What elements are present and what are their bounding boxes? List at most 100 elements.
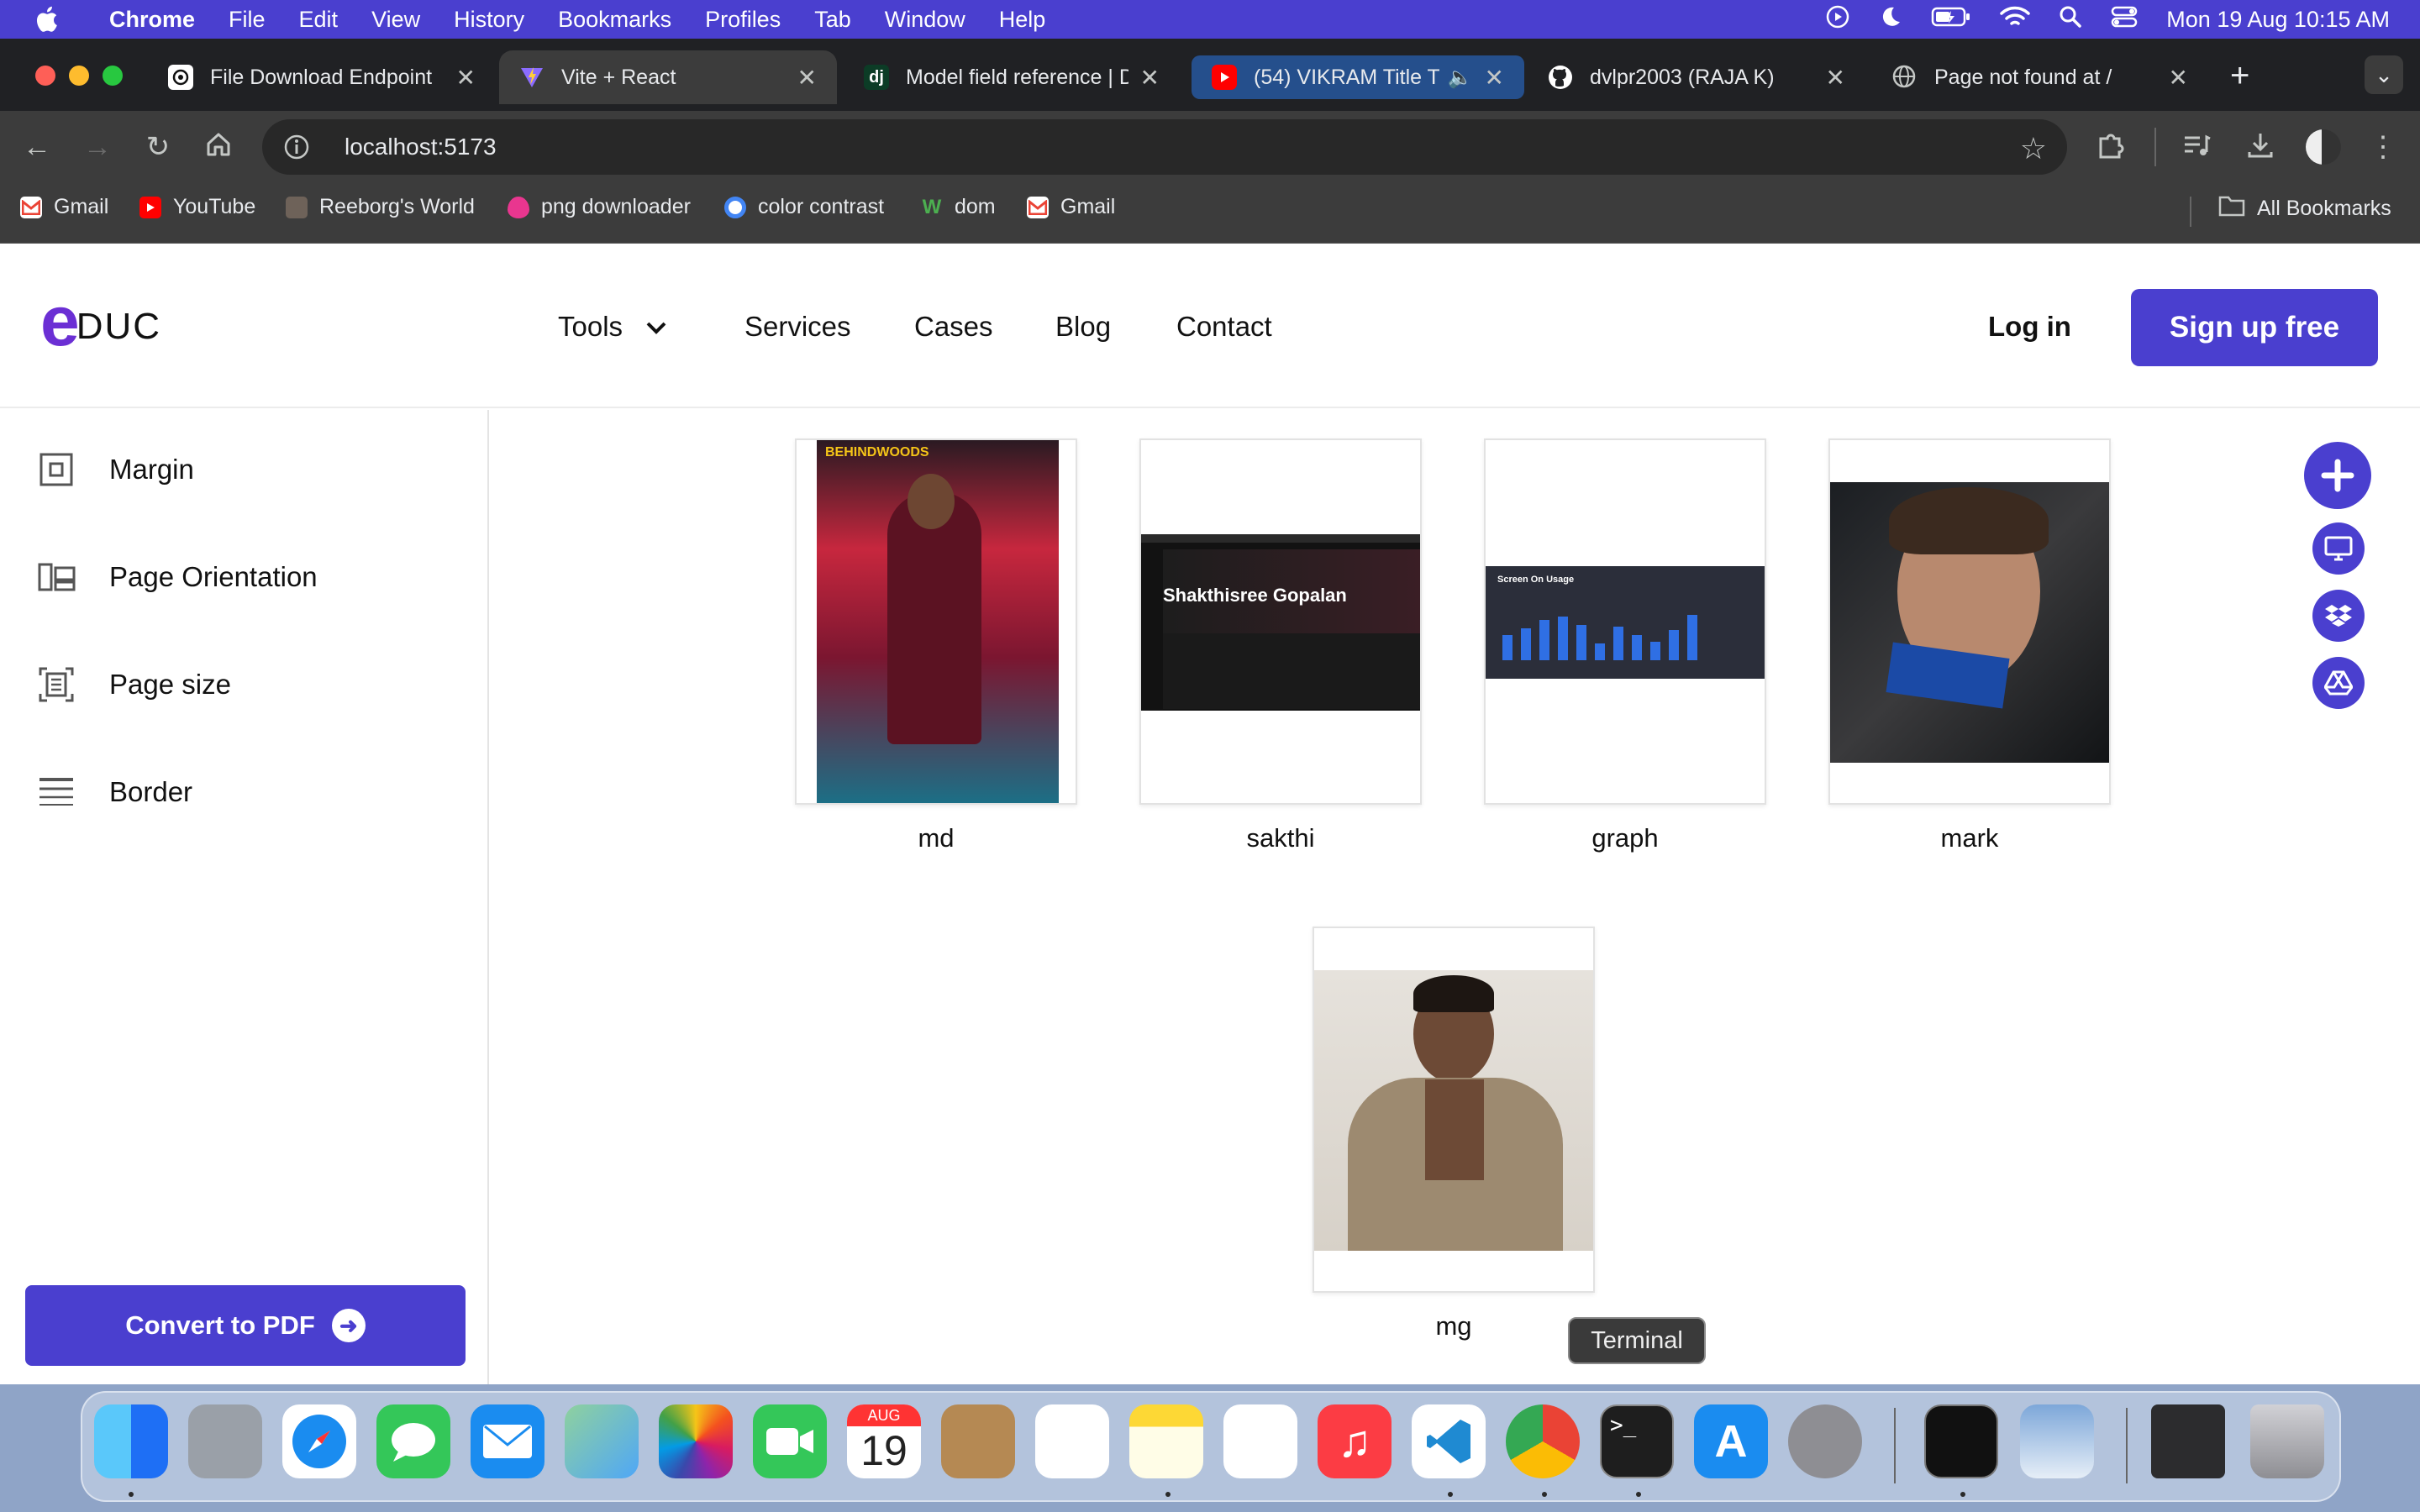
apple-menu-icon[interactable] [0, 5, 92, 34]
url-text[interactable]: localhost:5173 [345, 134, 497, 160]
menu-profiles[interactable]: Profiles [688, 7, 797, 33]
forward-arrow-icon[interactable]: → [81, 130, 114, 164]
media-play-icon[interactable] [1825, 4, 1850, 35]
terminal-icon[interactable]: >_ [1600, 1404, 1674, 1478]
nav-services[interactable]: Services [744, 311, 851, 343]
contacts-icon[interactable] [941, 1404, 1015, 1478]
back-arrow-icon[interactable]: ← [20, 130, 54, 164]
messages-icon[interactable] [376, 1404, 450, 1478]
upload-from-dropbox-button[interactable] [2312, 590, 2365, 642]
upload-from-device-button[interactable] [2312, 522, 2365, 575]
tab-vite-react[interactable]: Vite + React ✕ [499, 50, 837, 104]
battery-icon[interactable] [1931, 6, 1971, 34]
site-info-icon[interactable] [282, 133, 311, 167]
window-zoom-button[interactable] [103, 66, 123, 86]
tab-youtube-vikram[interactable]: (54) VIKRAM Title T 🔈 ✕ [1192, 55, 1524, 99]
facetime-icon[interactable] [753, 1404, 827, 1478]
sidebar-item-border[interactable]: Border [37, 773, 192, 811]
window-minimize-button[interactable] [69, 66, 89, 86]
control-center-icon[interactable] [2111, 5, 2138, 34]
image-card-md[interactable]: BEHINDWOODS [795, 438, 1077, 805]
tab-file-download-endpoint[interactable]: File Download Endpoint ✕ [148, 50, 496, 104]
menu-app-name[interactable]: Chrome [92, 7, 212, 33]
download-icon[interactable] [2244, 130, 2277, 164]
extensions-puzzle-icon[interactable] [2094, 130, 2128, 164]
new-tab-icon[interactable]: + [2230, 57, 2249, 95]
menubar-clock[interactable]: Mon 19 Aug 10:15 AM [2166, 7, 2390, 33]
menu-help[interactable]: Help [982, 7, 1063, 33]
sidebar-item-page-orientation[interactable]: Page Orientation [37, 558, 318, 596]
bookmark-reeborgs-world[interactable]: Reeborg's World [286, 195, 475, 219]
preview-icon[interactable] [2020, 1404, 2094, 1478]
launchpad-icon[interactable] [188, 1404, 262, 1478]
nav-tools[interactable]: Tools [558, 311, 668, 343]
image-card-mg[interactable] [1313, 927, 1595, 1293]
app-store-icon[interactable]: A [1694, 1404, 1768, 1478]
tab-model-field-reference[interactable]: dj Model field reference | D ✕ [844, 50, 1180, 104]
activity-monitor-icon[interactable] [1924, 1404, 1998, 1478]
downloads-stack-icon[interactable] [2151, 1404, 2225, 1478]
media-control-icon[interactable] [2180, 130, 2213, 164]
tab-page-not-found[interactable]: Page not found at / ✕ [1872, 50, 2208, 104]
menu-file[interactable]: File [212, 7, 282, 33]
menu-edit[interactable]: Edit [282, 7, 355, 33]
bookmark-gmail[interactable]: Gmail [20, 195, 108, 219]
menu-bookmarks[interactable]: Bookmarks [541, 7, 688, 33]
music-icon[interactable]: ♫ [1318, 1404, 1392, 1478]
finder-icon[interactable] [94, 1404, 168, 1478]
tab-close-icon[interactable]: ✕ [1826, 64, 1845, 92]
sidebar-item-page-size[interactable]: Page size [37, 665, 231, 704]
wifi-icon[interactable] [2000, 5, 2031, 34]
bookmark-star-icon[interactable]: ☆ [2020, 131, 2047, 166]
calendar-icon[interactable]: AUG 19 [847, 1404, 921, 1478]
tab-search-chevron-icon[interactable]: ⌄ [2365, 55, 2403, 94]
home-icon[interactable] [202, 130, 235, 164]
profile-avatar[interactable] [2306, 129, 2341, 165]
vscode-icon[interactable] [1412, 1404, 1486, 1478]
menu-window[interactable]: Window [868, 7, 982, 33]
focus-moon-icon[interactable] [1879, 5, 1902, 34]
photos-icon[interactable] [659, 1404, 733, 1478]
convert-to-pdf-button[interactable]: Convert to PDF ➜ [25, 1285, 466, 1366]
tab-close-icon[interactable]: ✕ [2169, 64, 2188, 92]
chrome-icon[interactable] [1506, 1404, 1580, 1478]
tab-close-icon[interactable]: ✕ [1485, 64, 1504, 92]
menu-tab[interactable]: Tab [797, 7, 868, 33]
mail-icon[interactable] [471, 1404, 544, 1478]
tab-github[interactable]: dvlpr2003 (RAJA K) ✕ [1528, 50, 1865, 104]
freeform-icon[interactable] [1223, 1404, 1297, 1478]
tab-close-icon[interactable]: ✕ [456, 64, 476, 92]
add-image-button[interactable] [2304, 442, 2371, 509]
reload-icon[interactable]: ↻ [141, 130, 175, 164]
address-bar[interactable]: localhost:5173 ☆ [262, 119, 2067, 175]
bookmark-png-downloader[interactable]: png downloader [508, 195, 691, 219]
notes-icon[interactable] [1129, 1404, 1203, 1478]
tab-close-icon[interactable]: ✕ [797, 64, 817, 92]
signup-button[interactable]: Sign up free [2131, 289, 2378, 366]
speaker-icon[interactable]: 🔈 [1448, 66, 1473, 90]
maps-icon[interactable] [565, 1404, 639, 1478]
safari-icon[interactable] [282, 1404, 356, 1478]
menu-history[interactable]: History [437, 7, 541, 33]
image-card-graph[interactable]: Screen On Usage [1484, 438, 1766, 805]
bookmark-gmail-2[interactable]: Gmail [1027, 195, 1115, 219]
all-bookmarks-button[interactable]: All Bookmarks [2218, 195, 2391, 223]
bookmark-youtube[interactable]: YouTube [139, 195, 255, 219]
nav-contact[interactable]: Contact [1176, 311, 1272, 343]
login-link[interactable]: Log in [1988, 311, 2071, 343]
bookmark-dom[interactable]: W dom [921, 195, 996, 219]
menu-view[interactable]: View [355, 7, 437, 33]
window-close-button[interactable] [35, 66, 55, 86]
image-card-mark[interactable] [1828, 438, 2111, 805]
educ-logo[interactable]: e DUC [40, 286, 161, 356]
spotlight-search-icon[interactable] [2059, 5, 2082, 34]
trash-icon[interactable] [2250, 1404, 2324, 1478]
tab-close-icon[interactable]: ✕ [1140, 64, 1160, 92]
chrome-menu-icon[interactable]: ⋮ [2366, 130, 2400, 164]
reminders-icon[interactable] [1035, 1404, 1109, 1478]
nav-cases[interactable]: Cases [914, 311, 993, 343]
image-card-sakthi[interactable]: Shakthisree Gopalan [1139, 438, 1422, 805]
sidebar-item-margin[interactable]: Margin [37, 450, 194, 489]
system-settings-icon[interactable] [1788, 1404, 1862, 1478]
upload-from-google-drive-button[interactable] [2312, 657, 2365, 709]
